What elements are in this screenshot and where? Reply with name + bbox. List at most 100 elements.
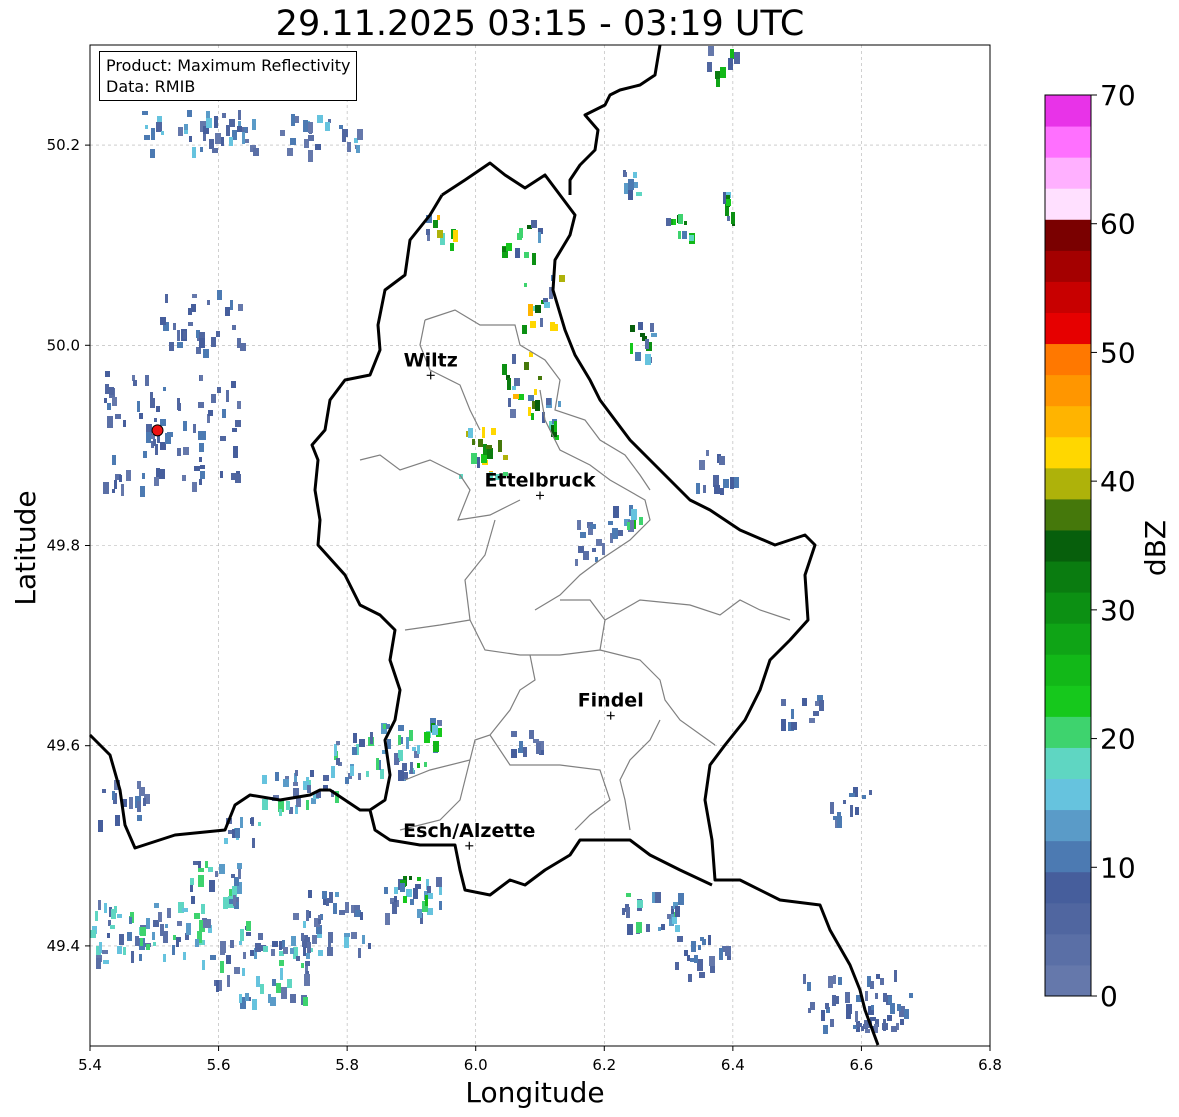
echo-cell xyxy=(730,49,734,59)
echo-cell xyxy=(535,400,540,411)
echo-cell xyxy=(301,935,305,939)
echo-cell xyxy=(290,138,296,145)
colorbar: 0 10 20 30 40 50 60 70 xyxy=(1044,79,1136,1013)
echo-cell xyxy=(425,895,428,906)
echo-cell xyxy=(230,300,233,310)
echo-cell xyxy=(723,479,729,488)
colorbar-segment xyxy=(1045,281,1091,313)
echo-cell xyxy=(709,956,715,966)
echo-cell xyxy=(211,394,216,403)
echo-cell xyxy=(715,71,720,79)
echo-cell xyxy=(154,477,159,486)
echo-cell xyxy=(306,953,310,959)
echo-cell xyxy=(856,1023,862,1027)
echo-cell xyxy=(291,114,295,126)
echo-cell xyxy=(487,448,493,459)
echo-cell xyxy=(453,230,458,242)
echo-cell xyxy=(208,410,213,416)
echo-cell xyxy=(707,62,712,72)
echo-cell xyxy=(121,484,124,496)
echo-cell xyxy=(631,509,637,520)
echo-cell xyxy=(645,339,649,349)
echo-cell xyxy=(544,302,550,308)
echo-cell xyxy=(107,933,110,938)
y-tick-label: 50.2 xyxy=(47,136,80,154)
echo-cell xyxy=(512,386,516,390)
echo-cell xyxy=(327,947,333,956)
echo-cell xyxy=(207,919,211,928)
echo-cell xyxy=(731,212,735,224)
echo-cell xyxy=(222,113,226,118)
echo-cell xyxy=(344,937,349,948)
echo-cell xyxy=(283,947,288,954)
echo-cell xyxy=(678,214,683,224)
echo-cell xyxy=(316,926,322,934)
echo-cell xyxy=(534,389,537,395)
echo-cell xyxy=(592,548,596,552)
echo-cell xyxy=(95,911,98,921)
echo-cell xyxy=(246,921,251,931)
echo-cell xyxy=(110,925,115,929)
colorbar-segment xyxy=(1045,157,1091,189)
city-label: Ettelbruck xyxy=(485,469,596,491)
echo-cell xyxy=(510,409,516,418)
echo-cell xyxy=(909,993,913,998)
echo-cell xyxy=(308,135,314,141)
echo-cell xyxy=(231,874,235,878)
echo-cell xyxy=(290,994,296,1003)
echo-cell xyxy=(317,934,322,938)
colorbar-tick-label: 40 xyxy=(1100,465,1136,498)
echo-cell xyxy=(413,888,418,899)
echo-cell xyxy=(714,485,720,494)
echo-cell xyxy=(216,331,220,337)
echo-cell xyxy=(502,364,507,375)
echo-cell xyxy=(102,789,106,793)
echo-cell xyxy=(523,747,527,757)
echo-cell xyxy=(882,1023,888,1030)
echo-cell xyxy=(535,305,541,313)
colorbar-tick-label: 50 xyxy=(1100,336,1136,369)
echo-cell xyxy=(833,975,836,984)
echo-cell xyxy=(235,828,240,838)
echo-cell xyxy=(215,133,221,144)
colorbar-segment xyxy=(1045,902,1091,935)
y-tick-label: 49.4 xyxy=(47,937,80,955)
echo-cell xyxy=(352,747,357,755)
echo-cell xyxy=(255,943,261,952)
echo-cell xyxy=(357,129,363,140)
echo-cell xyxy=(809,718,815,723)
echo-cell xyxy=(398,735,401,745)
colorbar-segment xyxy=(1045,188,1091,220)
echo-cell xyxy=(559,275,565,282)
echo-cell xyxy=(220,941,226,953)
echo-cell xyxy=(102,950,108,954)
echo-cell xyxy=(439,886,442,895)
echo-cell xyxy=(318,950,323,956)
echo-cell xyxy=(220,436,226,441)
echo-cell xyxy=(624,172,627,177)
echo-cell xyxy=(154,418,157,422)
echo-cell xyxy=(437,215,440,220)
echo-cell xyxy=(524,252,529,258)
echo-cell xyxy=(531,220,537,228)
echo-cell xyxy=(103,482,109,494)
echo-cell xyxy=(212,148,218,153)
city-label: Findel xyxy=(578,690,644,712)
echo-cell xyxy=(271,949,275,956)
echo-cell xyxy=(252,999,257,1010)
echo-cell xyxy=(412,747,416,751)
echo-cell xyxy=(424,762,427,767)
echo-cell xyxy=(203,349,209,358)
echo-cell xyxy=(315,144,321,150)
radar-map: Wiltz Ettelbruck Findel Esch/Alzette 5.4 5.6… xyxy=(9,44,1172,1109)
echo-cell xyxy=(153,439,156,446)
echo-cell xyxy=(260,984,264,994)
echo-cell xyxy=(303,947,306,956)
echo-cell xyxy=(188,308,192,315)
echo-cell xyxy=(359,739,365,747)
echo-cell xyxy=(223,897,228,909)
echo-cell xyxy=(672,917,677,924)
data-source-text: Data: RMIB xyxy=(106,77,196,96)
echo-cell xyxy=(558,401,561,407)
echo-cell xyxy=(708,46,714,56)
